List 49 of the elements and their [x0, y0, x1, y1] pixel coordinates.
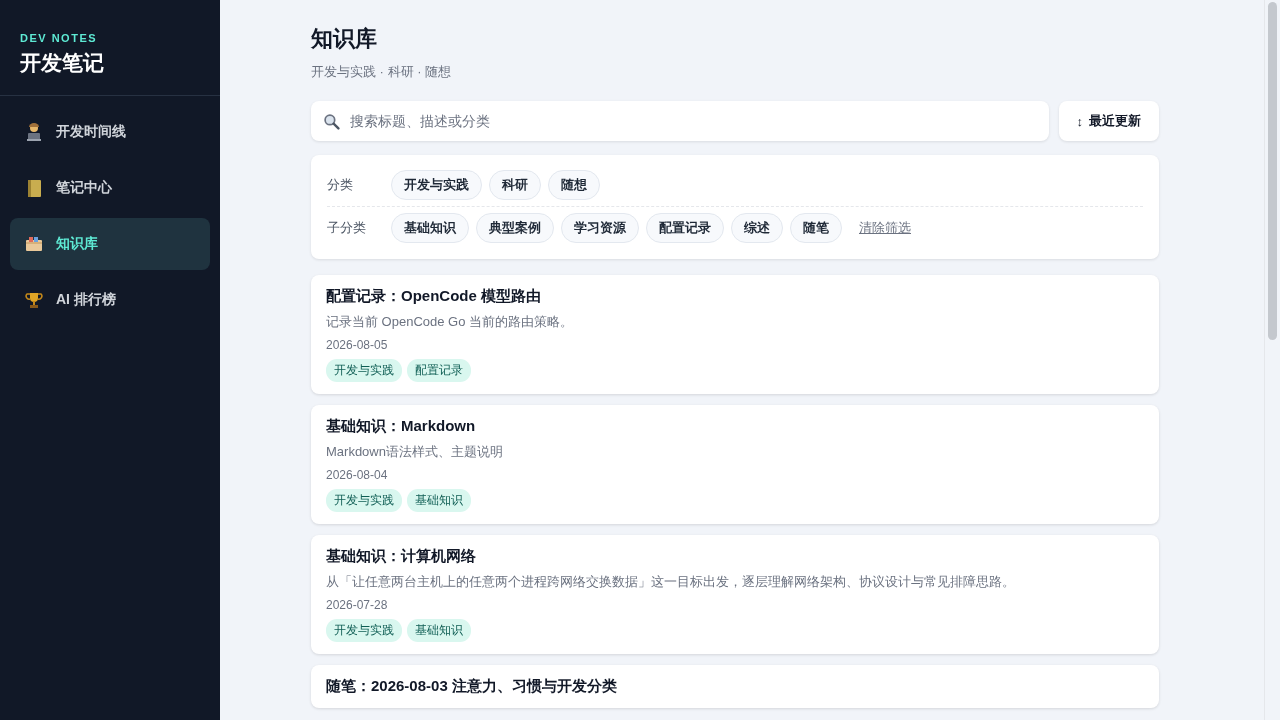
scrollbar-thumb[interactable] [1268, 2, 1277, 340]
article-description: 从「让任意两台主机上的任意两个进程跨网络交换数据」这一目标出发，逐层理解网络架构、协议设计与常见排障思路。 [326, 573, 1016, 591]
filter-chip[interactable]: 开发与实践 [391, 170, 482, 200]
scrollbar[interactable] [1264, 0, 1280, 720]
article-card[interactable]: 基础知识：计算机网络 从「让任意两台主机上的任意两个进程跨网络交换数据」这一目标出发，逐层理解网络架构、协议设计与常见排障思路。 2026-07-28 开发与实践 基础知识 [311, 535, 1159, 654]
nav-item[interactable]: 知识库 [10, 218, 210, 270]
filter-chip[interactable]: 基础知识 [391, 213, 469, 243]
filter-chip[interactable]: 典型案例 [476, 213, 554, 243]
filter-chip[interactable]: 随想 [548, 170, 600, 200]
article-tag[interactable]: 开发与实践 [326, 359, 402, 382]
nav-item[interactable]: AI 排行榜 [10, 274, 210, 326]
article-title: 配置记录：OpenCode 模型路由 [326, 287, 541, 306]
article-date: 2026-08-04 [326, 468, 388, 482]
article-date: 2026-07-28 [326, 598, 388, 612]
search-input[interactable]: 搜索标题、描述或分类 [348, 112, 1037, 130]
nav-item[interactable]: 笔记中心 [10, 162, 210, 214]
filter-label: 分类 [327, 176, 354, 194]
page-subtitle: 开发与实践 · 科研 · 随想 [311, 63, 452, 81]
search-icon [323, 112, 340, 130]
filter-label: 子分类 [327, 219, 367, 237]
search-field[interactable]: 搜索标题、描述或分类 [311, 101, 1049, 141]
app-title: 开发笔记 [20, 50, 104, 76]
article-description: Markdown语法样式、主题说明 [326, 443, 504, 461]
article-description: 记录当前 OpenCode Go 当前的路由策略。 [326, 313, 575, 331]
article-title: 基础知识：计算机网络 [326, 547, 476, 566]
filter-chip[interactable]: 随笔 [790, 213, 842, 243]
article-date: 2026-08-05 [326, 338, 388, 352]
trophy-icon [24, 290, 44, 310]
filter-chip[interactable]: 配置记录 [646, 213, 724, 243]
filter-chip[interactable]: 综述 [731, 213, 783, 243]
article-tag[interactable]: 配置记录 [407, 359, 471, 382]
filter-chip[interactable]: 学习资源 [561, 213, 639, 243]
clear-filters-link[interactable]: 清除筛选 [859, 219, 911, 237]
article-title: 随笔：2026-08-03 注意力、习惯与开发分类 [326, 677, 617, 696]
sort-button[interactable]: ↕ 最近更新 [1058, 101, 1159, 141]
filter-chip[interactable]: 科研 [489, 170, 541, 200]
article-tag[interactable]: 开发与实践 [326, 619, 402, 642]
article-tag[interactable]: 开发与实践 [326, 489, 402, 512]
article-card[interactable]: 基础知识：Markdown Markdown语法样式、主题说明 2026-08-04 开发与实践 基础知识 [311, 405, 1159, 524]
page-title: 知识库 [311, 25, 377, 53]
folder-box-icon [24, 234, 44, 254]
article-tag[interactable]: 基础知识 [407, 489, 471, 512]
brand-eyebrow: DEV NOTES [20, 32, 98, 44]
article-tag[interactable]: 基础知识 [407, 619, 471, 642]
article-card[interactable]: 随笔：2026-08-03 注意力、习惯与开发分类 [311, 665, 1159, 708]
person-laptop-icon [24, 122, 44, 142]
article-card[interactable]: 配置记录：OpenCode 模型路由 记录当前 OpenCode Go 当前的路由策略。 2026-08-05 开发与实践 配置记录 [311, 275, 1159, 394]
nav-item[interactable]: 开发时间线 [10, 106, 210, 158]
article-title: 基础知识：Markdown [326, 417, 476, 436]
